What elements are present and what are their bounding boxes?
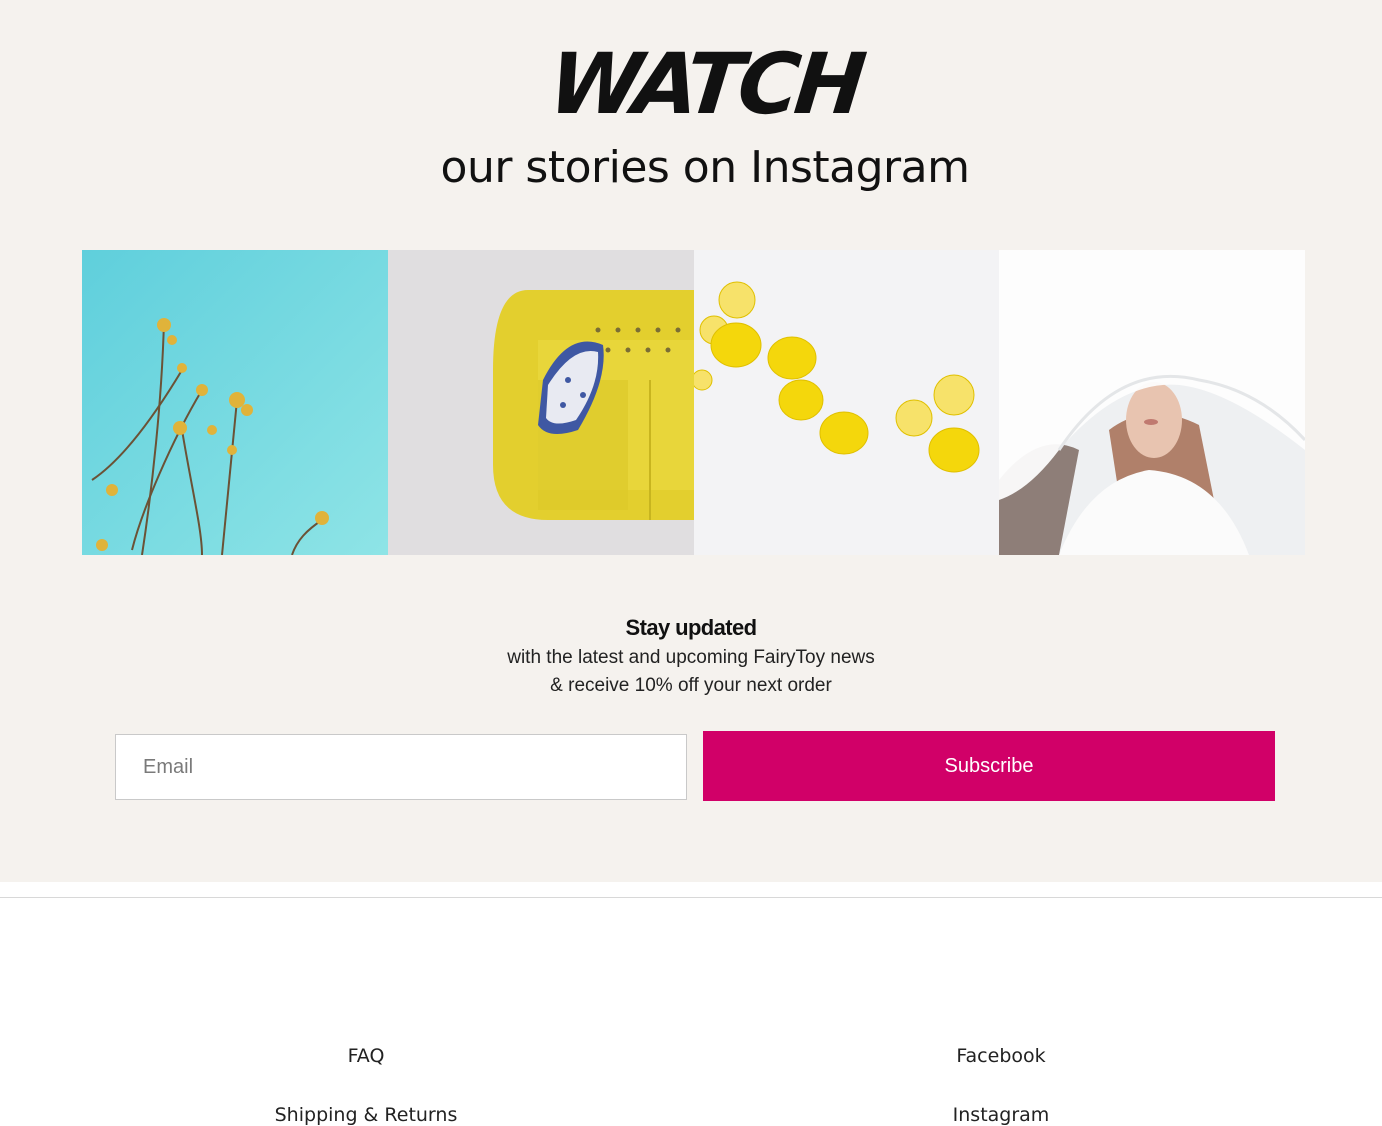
- newsletter-text-line-1: with the latest and upcoming FairyToy ne…: [507, 647, 875, 668]
- gallery-image-lemons[interactable]: [693, 250, 1000, 555]
- footer-link-shipping-returns[interactable]: Shipping & Returns: [216, 1104, 516, 1126]
- email-input[interactable]: [115, 734, 687, 800]
- gallery-image-woman[interactable]: [999, 250, 1305, 555]
- footer-link-facebook[interactable]: Facebook: [851, 1045, 1151, 1067]
- watch-title: WATCH: [544, 35, 866, 133]
- subscribe-button[interactable]: Subscribe: [703, 731, 1275, 801]
- footer-divider: [0, 897, 1382, 898]
- gallery-image-flowers[interactable]: [82, 250, 388, 555]
- instagram-section: WATCH our stories on Instagram Stay upda…: [0, 0, 1382, 882]
- newsletter-text-line-2: & receive 10% off your next order: [550, 675, 832, 696]
- gallery-image-sofa[interactable]: [387, 250, 694, 555]
- instagram-gallery: [82, 250, 1305, 555]
- instagram-subtitle: our stories on Instagram: [440, 142, 970, 193]
- newsletter-heading: Stay updated: [625, 615, 758, 640]
- footer-link-instagram[interactable]: Instagram: [851, 1104, 1151, 1126]
- footer-link-faq[interactable]: FAQ: [216, 1045, 516, 1067]
